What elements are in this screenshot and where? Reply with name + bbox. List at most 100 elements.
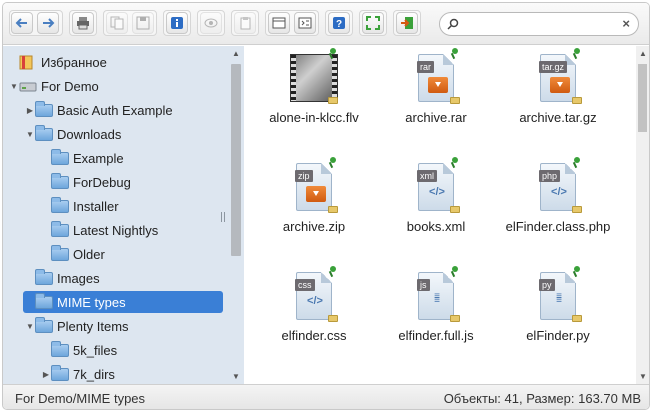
- info-button[interactable]: [166, 12, 188, 34]
- file-name: archive.tar.gz: [519, 110, 597, 125]
- fullscreen-icon: [366, 16, 380, 30]
- files-scroll-up-icon[interactable]: ▲: [639, 49, 647, 58]
- favorites-icon: [19, 55, 37, 70]
- folder-tree: Избранное ▼ For Demo ▶ Basic Auth Example ▼ Do…: [3, 46, 244, 384]
- tree-item[interactable]: ▼ Downloads: [3, 123, 229, 145]
- tree-scrollbar[interactable]: ▲ ▼: [229, 46, 243, 384]
- tree-item[interactable]: Latest Nightlys: [3, 219, 229, 241]
- expand-arrow-icon[interactable]: ▶: [25, 106, 35, 115]
- tree-item[interactable]: ▼ For Demo: [3, 75, 229, 97]
- file-item[interactable]: alone-in-klcc.flv: [254, 48, 374, 152]
- collapse-arrow-icon[interactable]: ▼: [25, 322, 35, 331]
- tree-item[interactable]: Installer: [3, 195, 229, 217]
- info-icon: [171, 17, 183, 29]
- file-item[interactable]: rar archive.rar: [376, 48, 496, 152]
- folder-icon: [51, 245, 69, 261]
- tree-item-label: 7k_dirs: [73, 366, 115, 382]
- code-file-icon: css </>: [290, 266, 338, 322]
- files-scrollbar[interactable]: ▲ ▼: [636, 46, 649, 384]
- tree-item-label: MIME types: [57, 294, 126, 310]
- open-button[interactable]: [106, 12, 128, 34]
- scroll-up-icon[interactable]: ▲: [232, 49, 240, 58]
- folder-icon: [51, 365, 69, 381]
- tree-item-label: Latest Nightlys: [73, 222, 159, 238]
- exit-button[interactable]: [396, 12, 418, 34]
- back-button[interactable]: [11, 12, 33, 34]
- toolbar: ? ×: [3, 3, 649, 45]
- tree-item-label: ForDebug: [73, 174, 131, 190]
- status-bar: For Demo/MIME types Объекты: 41, Размер:…: [3, 384, 649, 409]
- svg-text:?: ?: [336, 19, 342, 30]
- files-scroll-thumb[interactable]: [638, 64, 647, 132]
- file-item[interactable]: py ≡ ≡ elFinder.py: [498, 266, 618, 370]
- tree-item-label: For Demo: [41, 78, 99, 94]
- tree-item[interactable]: ▶ 7k_dirs: [3, 363, 229, 384]
- file-type-tag: py: [539, 279, 555, 291]
- file-name: archive.zip: [282, 219, 346, 234]
- file-type-tag: tar.gz: [539, 61, 568, 73]
- files-pane: alone-in-klcc.flv rar archive.rar tar.gz arc…: [246, 46, 636, 384]
- copy-button[interactable]: [234, 12, 256, 34]
- tree-item[interactable]: Example: [3, 147, 229, 169]
- file-name: elfinder.full.js: [398, 328, 474, 343]
- tree-scroll-thumb[interactable]: [231, 64, 241, 256]
- file-item[interactable]: tar.gz archive.tar.gz: [498, 48, 618, 152]
- help-button[interactable]: ?: [328, 12, 350, 34]
- folder-icon: [35, 293, 53, 309]
- reload-button[interactable]: [72, 12, 94, 34]
- collapse-arrow-icon[interactable]: ▼: [9, 82, 19, 91]
- folder-icon: [35, 269, 53, 285]
- sort-icon: [298, 17, 312, 29]
- files-scroll-down-icon[interactable]: ▼: [639, 372, 647, 381]
- view-button[interactable]: [268, 12, 290, 34]
- tree-item[interactable]: ForDebug: [3, 171, 229, 193]
- archive-file-icon: rar: [412, 48, 460, 104]
- tree-item[interactable]: Избранное: [3, 51, 229, 73]
- tree-item[interactable]: MIME types: [23, 291, 223, 313]
- drive-icon: [19, 79, 37, 93]
- file-type-tag: xml: [417, 170, 437, 182]
- preview-button[interactable]: [200, 12, 222, 34]
- scroll-down-icon[interactable]: ▼: [232, 372, 240, 381]
- file-item[interactable]: js ≡ ≡ elfinder.full.js: [376, 266, 496, 370]
- tree-item-label: Downloads: [57, 126, 122, 142]
- file-item[interactable]: css </> elfinder.css: [254, 266, 374, 370]
- help-icon: ?: [333, 17, 345, 30]
- file-item[interactable]: php </> elFinder.class.php: [498, 157, 618, 261]
- tree-item-label: Example: [73, 150, 124, 166]
- code-file-icon: php </>: [534, 157, 582, 213]
- text-file-icon: js ≡ ≡: [412, 266, 460, 322]
- tree-item[interactable]: 5k_files: [3, 339, 229, 361]
- file-name: books.xml: [406, 219, 466, 234]
- search-box: ×: [439, 12, 639, 36]
- archive-file-icon: zip: [290, 157, 338, 213]
- tree-item[interactable]: ▶ Basic Auth Example: [3, 99, 229, 121]
- save-button[interactable]: [132, 12, 154, 34]
- folder-icon: [51, 341, 69, 357]
- expand-arrow-icon[interactable]: ▶: [41, 370, 51, 379]
- collapse-arrow-icon[interactable]: ▼: [25, 130, 35, 139]
- file-type-tag: zip: [295, 170, 313, 182]
- save-icon: [136, 16, 150, 30]
- fullscreen-button[interactable]: [362, 12, 384, 34]
- search-input[interactable]: [462, 16, 612, 32]
- file-name: alone-in-klcc.flv: [269, 110, 359, 125]
- tree-item[interactable]: Images: [3, 267, 229, 289]
- folder-icon: [35, 125, 53, 141]
- clear-search-icon[interactable]: ×: [622, 16, 630, 31]
- tree-item-label: Basic Auth Example: [57, 102, 173, 118]
- sort-button[interactable]: [294, 12, 316, 34]
- forward-button[interactable]: [37, 12, 59, 34]
- resize-handle[interactable]: [221, 212, 225, 222]
- tree-item-label: Older: [73, 246, 105, 262]
- file-item[interactable]: zip archive.zip: [254, 157, 374, 261]
- archive-file-icon: tar.gz: [534, 48, 582, 104]
- tree-item[interactable]: Older: [3, 243, 229, 265]
- folder-icon: [51, 173, 69, 189]
- file-item[interactable]: xml </> books.xml: [376, 157, 496, 261]
- file-type-tag: rar: [417, 61, 434, 73]
- current-path: For Demo/MIME types: [15, 391, 146, 406]
- paste-icon: [240, 17, 251, 30]
- folder-icon: [35, 101, 53, 117]
- tree-item[interactable]: ▼ Plenty Items: [3, 315, 229, 337]
